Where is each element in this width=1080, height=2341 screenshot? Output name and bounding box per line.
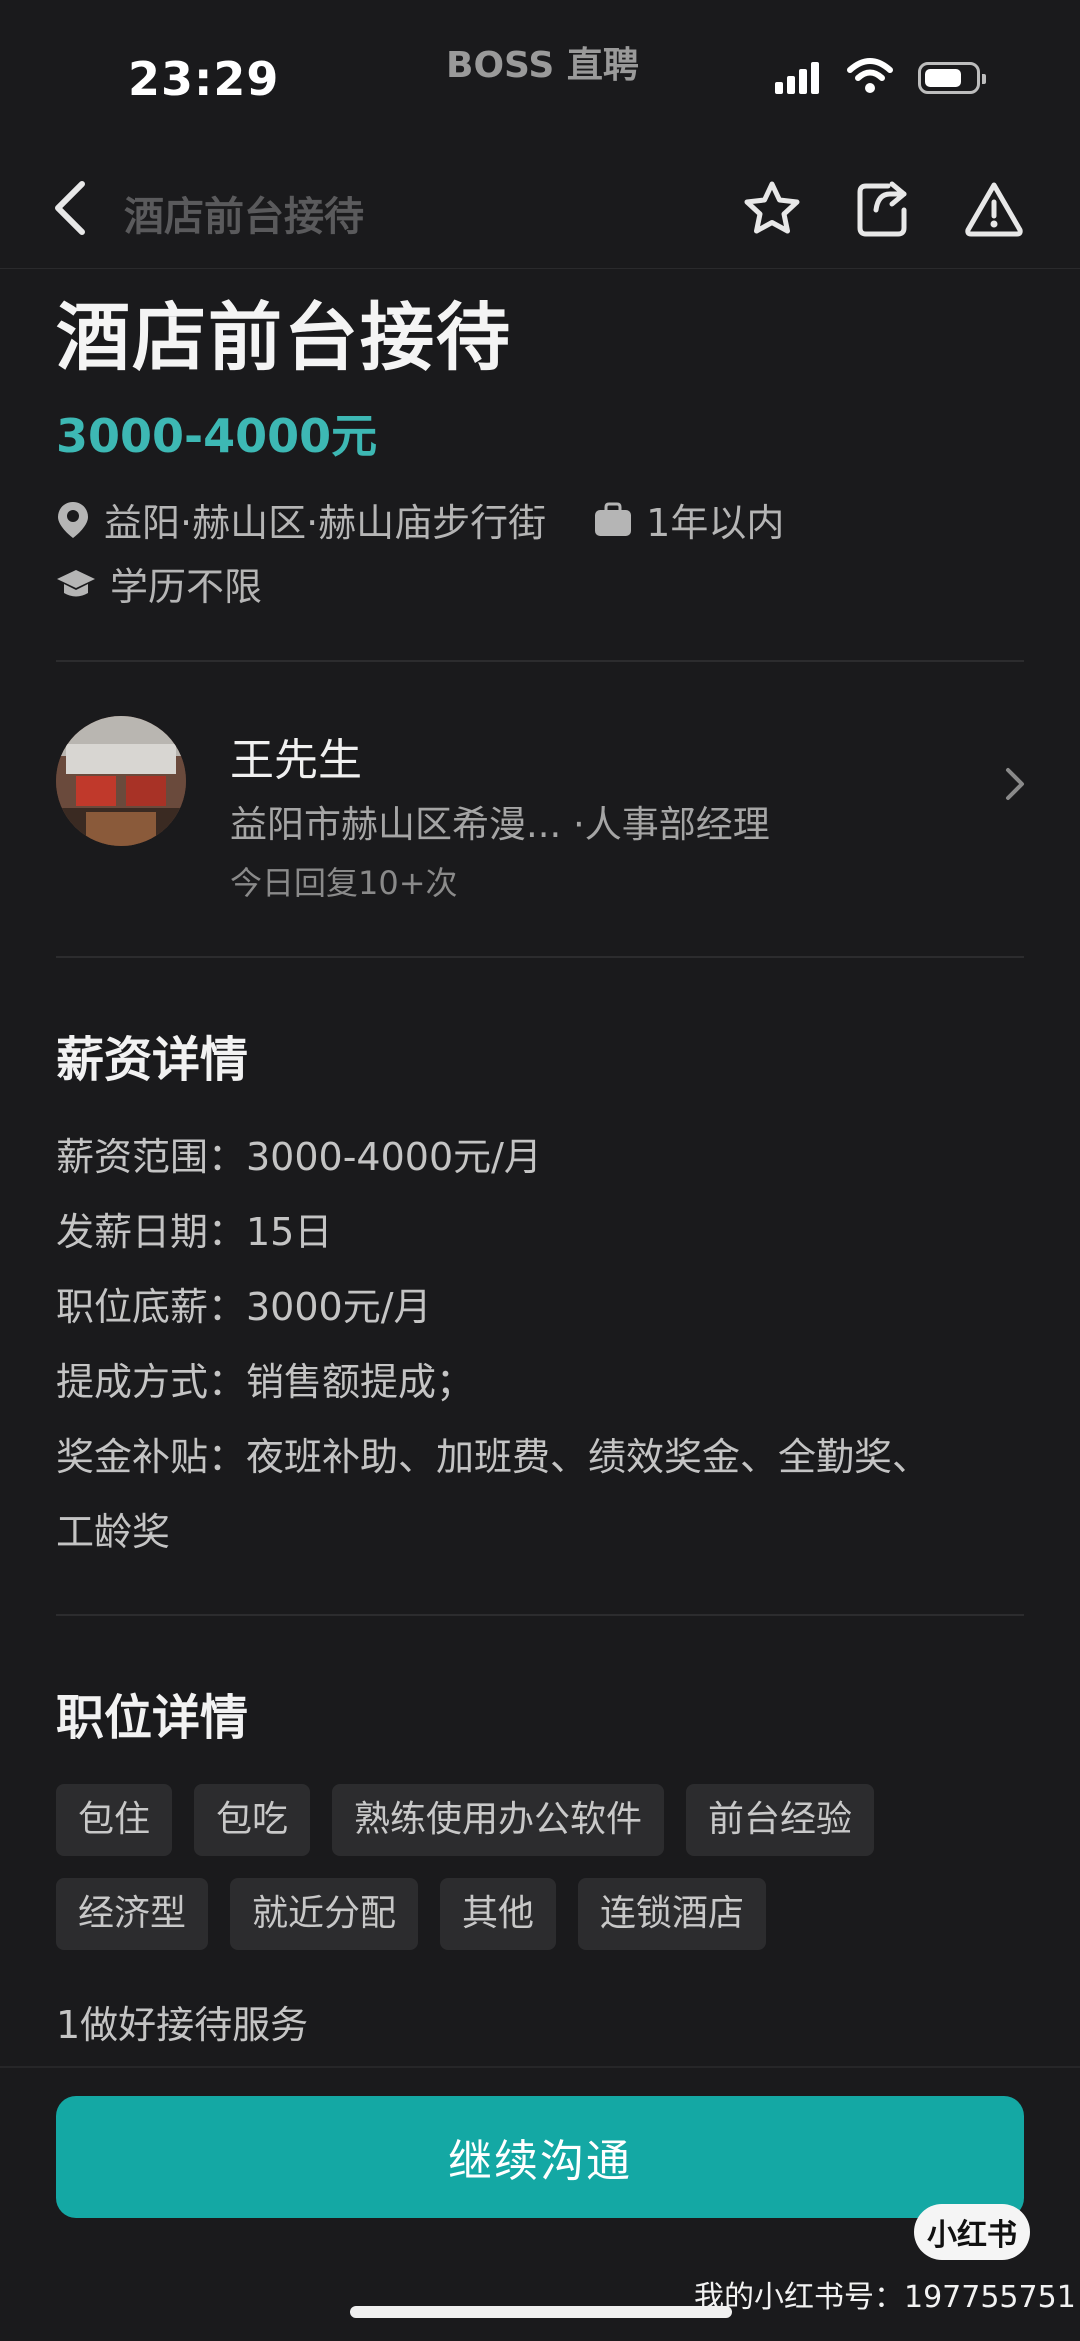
recruiter-avatar[interactable] — [56, 716, 186, 846]
share-icon[interactable] — [854, 180, 910, 238]
salary-detail-line: 薪资范围：3000-4000元/月 — [56, 1135, 542, 1179]
job-meta-row-2: 学历不限 — [56, 556, 262, 611]
salary-detail-line: 奖金补贴：夜班补助、加班费、绩效奖金、全勤奖、 — [56, 1435, 931, 1479]
job-experience: 1年以内 — [646, 501, 785, 545]
job-tag: 包住 — [56, 1784, 173, 1856]
salary-detail-line: 发薪日期：15日 — [56, 1210, 333, 1254]
job-tag: 熟练使用办公软件 — [332, 1784, 665, 1856]
chevron-right-icon[interactable] — [1004, 766, 1026, 802]
continue-chat-button[interactable]: 继续沟通 — [56, 2096, 1024, 2218]
xiaohongshu-badge: 小红书 — [914, 2204, 1030, 2260]
divider — [56, 1614, 1024, 1616]
briefcase-icon — [595, 502, 632, 536]
salary-details-title: 薪资详情 — [56, 1032, 249, 1088]
job-education: 学历不限 — [110, 565, 263, 609]
recruiter-reply-stat: 今日回复10+次 — [230, 864, 458, 902]
salary-detail-line: 职位底薪：3000元/月 — [56, 1285, 432, 1329]
salary-range: 3000-4000元 — [56, 409, 378, 463]
home-indicator[interactable] — [350, 2306, 732, 2318]
divider — [56, 956, 1024, 958]
battery-icon — [918, 62, 986, 94]
recruiter-name[interactable]: 王先生 — [230, 724, 362, 788]
graduation-cap-icon — [57, 569, 95, 596]
job-tag: 就近分配 — [230, 1878, 419, 1950]
job-tags: 包住 包吃 熟练使用办公软件 前台经验 经济型 就近分配 其他 连锁酒店 — [56, 1784, 1036, 1972]
job-tag: 前台经验 — [686, 1784, 875, 1856]
back-icon[interactable] — [50, 178, 90, 238]
nav-divider — [0, 268, 1080, 269]
job-tag: 连锁酒店 — [578, 1878, 767, 1950]
salary-detail-line: 提成方式：销售额提成； — [56, 1360, 475, 1404]
signal-icon — [775, 62, 819, 94]
salary-detail-line: 工龄奖 — [56, 1510, 171, 1554]
job-meta-row: 益阳·赫山区·赫山庙步行街 1年以内 — [56, 492, 784, 547]
job-title: 酒店前台接待 — [56, 295, 512, 381]
job-tag: 包吃 — [194, 1784, 311, 1856]
xiaohongshu-account: 我的小红书号：197755751 — [694, 2280, 1076, 2315]
location-pin-icon — [58, 501, 88, 538]
bottom-divider — [0, 2066, 1080, 2068]
divider — [56, 660, 1024, 662]
status-brand: BOSS 直聘 — [446, 45, 639, 86]
job-tag: 其他 — [440, 1878, 557, 1950]
report-icon[interactable] — [964, 180, 1024, 238]
recruiter-company-role: 益阳市赫山区希漫... ·人事部经理 — [230, 803, 770, 846]
wifi-icon — [847, 58, 893, 93]
job-location: 益阳·赫山区·赫山庙步行街 — [104, 501, 547, 545]
star-icon[interactable] — [742, 180, 802, 238]
job-tag: 经济型 — [56, 1878, 209, 1950]
job-description: 1做好接待服务 — [56, 2003, 309, 2047]
job-details-title: 职位详情 — [56, 1690, 249, 1746]
status-time: 23:29 — [128, 52, 280, 106]
nav-title: 酒店前台接待 — [124, 194, 364, 240]
